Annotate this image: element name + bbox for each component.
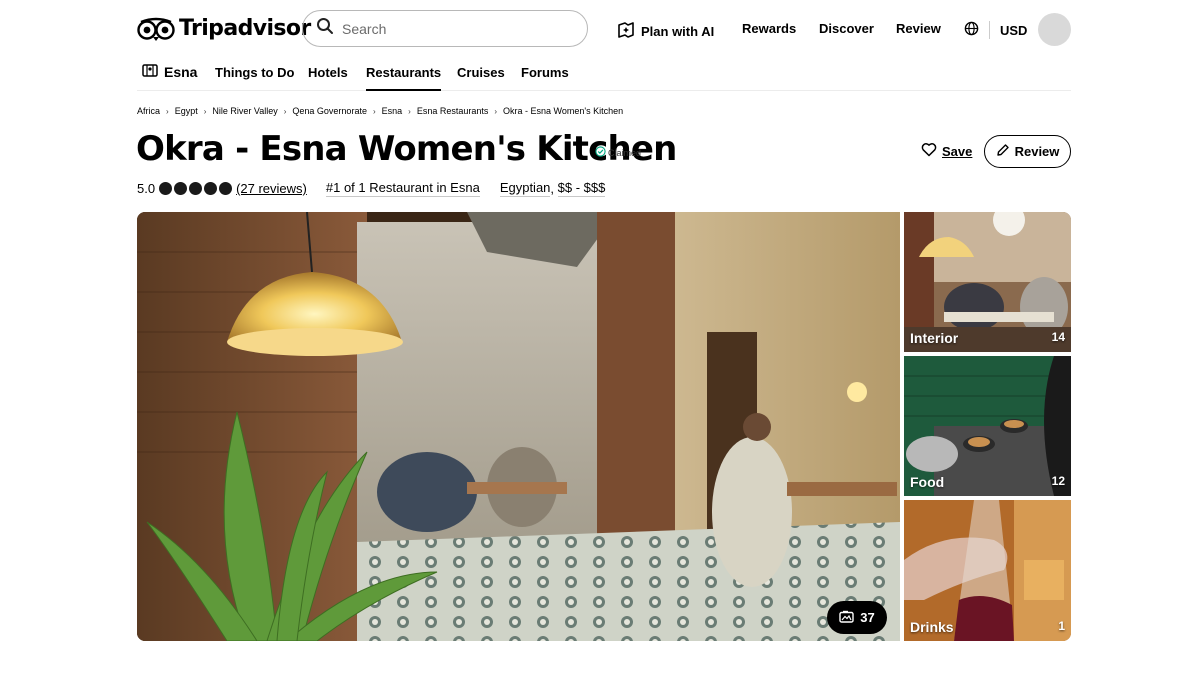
plan-ai-icon — [617, 21, 635, 42]
camera-icon — [839, 610, 854, 626]
rating-score: 5.0 — [137, 181, 156, 196]
tab-forums[interactable]: Forums — [521, 65, 569, 80]
review-link[interactable]: Review — [896, 21, 941, 36]
globe-icon — [964, 21, 979, 39]
currency-selector[interactable]: USD — [964, 21, 1027, 39]
currency-label: USD — [1000, 22, 1028, 38]
interior-label: Interior — [910, 330, 959, 346]
photo-category-drinks[interactable]: Drinks 1 — [904, 500, 1071, 641]
rating-row: 5.0 (27 reviews) #1 of 1 Restaurant in E… — [137, 180, 606, 197]
category-nav: Esna Things to Do Hotels Restaurants Cru… — [137, 60, 1071, 91]
discover-link[interactable]: Discover — [819, 21, 874, 36]
plan-with-ai-link[interactable]: Plan with AI — [617, 21, 714, 42]
breadcrumb: Africa › Egypt › Nile River Valley › Qena G… — [137, 106, 623, 116]
rating-bubble-icon — [174, 182, 188, 195]
map-icon — [142, 63, 158, 81]
review-label: Review — [1014, 144, 1060, 159]
tab-things-to-do[interactable]: Things to Do — [215, 65, 294, 80]
breadcrumb-nile-river-valley[interactable]: Nile River Valley — [212, 106, 277, 116]
owl-logo-icon — [137, 17, 175, 41]
divider — [989, 21, 990, 39]
drinks-label: Drinks — [910, 619, 954, 635]
chevron-right-icon: › — [283, 106, 287, 116]
pencil-icon — [996, 143, 1010, 160]
brand-name: Tripadvisor — [179, 16, 311, 41]
price-range[interactable]: $$ - $$$ — [557, 180, 606, 197]
location-label: Esna — [164, 64, 198, 80]
write-review-button[interactable]: Review — [984, 135, 1071, 168]
heart-icon — [921, 142, 937, 160]
breadcrumb-qena-governorate[interactable]: Qena Governorate — [292, 106, 367, 116]
rank-link[interactable]: #1 of 1 Restaurant in Esna — [325, 180, 480, 197]
rating-bubble-icon — [204, 182, 218, 195]
photo-total: 37 — [860, 610, 875, 625]
photo-category-interior[interactable]: Interior 14 — [904, 212, 1071, 352]
chevron-right-icon: › — [408, 106, 411, 116]
breadcrumb-current: Okra - Esna Women's Kitchen — [503, 106, 624, 116]
food-label: Food — [910, 474, 945, 490]
interior-count: 14 — [1051, 330, 1065, 344]
top-header: Tripadvisor Plan with AI Rewards Discove… — [137, 10, 1071, 48]
breadcrumb-egypt[interactable]: Egypt — [175, 106, 198, 116]
search-input[interactable] — [342, 20, 562, 37]
chevron-right-icon: › — [494, 106, 498, 116]
breadcrumb-africa[interactable]: Africa — [137, 106, 160, 116]
reviews-count-link[interactable]: (27 reviews) — [236, 181, 307, 196]
restaurant-interior-photo — [137, 212, 900, 641]
claimed-badge: Claimed — [595, 146, 641, 159]
photo-category-food[interactable]: Food 12 — [904, 356, 1071, 496]
comma-separator: , — [550, 181, 558, 196]
claimed-label: Claimed — [608, 147, 642, 158]
cuisine-link[interactable]: Egyptian — [499, 180, 551, 197]
check-badge-icon — [595, 146, 606, 159]
search-icon — [316, 17, 334, 40]
save-button[interactable]: Save — [921, 142, 972, 160]
rating-bubble-icon — [189, 182, 203, 195]
save-label: Save — [942, 143, 973, 159]
plan-ai-label: Plan with AI — [641, 24, 715, 39]
rating-bubble-icon — [159, 182, 173, 195]
chevron-right-icon: › — [372, 106, 376, 116]
main-photo[interactable]: 37 — [137, 212, 900, 641]
photo-count-button[interactable]: 37 — [827, 601, 887, 634]
chevron-right-icon: › — [203, 106, 207, 116]
food-count: 12 — [1051, 474, 1065, 488]
rewards-link[interactable]: Rewards — [742, 21, 796, 36]
tab-cruises[interactable]: Cruises — [457, 65, 505, 80]
rating-bubbles — [159, 182, 233, 195]
breadcrumb-esna[interactable]: Esna — [382, 106, 403, 116]
tripadvisor-logo[interactable]: Tripadvisor — [137, 16, 311, 41]
search-box[interactable] — [302, 10, 588, 47]
drinks-count: 1 — [1058, 619, 1065, 633]
chevron-right-icon: › — [166, 106, 169, 116]
user-avatar[interactable] — [1038, 13, 1071, 46]
tab-restaurants[interactable]: Restaurants — [366, 65, 442, 91]
breadcrumb-esna-restaurants[interactable]: Esna Restaurants — [417, 106, 489, 116]
rating-bubble-icon — [219, 182, 233, 195]
tab-hotels[interactable]: Hotels — [308, 65, 348, 80]
location-esna-link[interactable]: Esna — [142, 63, 197, 81]
